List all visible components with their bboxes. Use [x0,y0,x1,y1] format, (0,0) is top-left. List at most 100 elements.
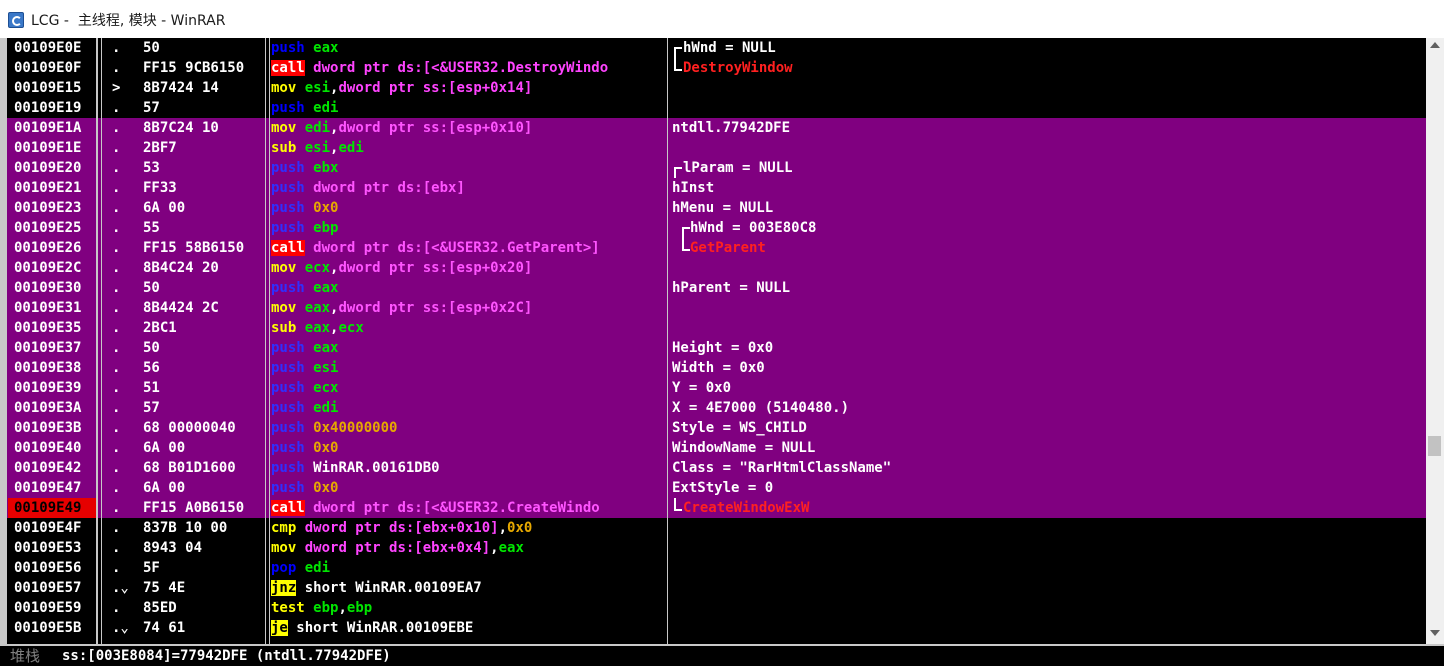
disasm-row[interactable]: 00109E42. 68 B01D1600 push WinRAR.00161DB0… [0,458,1426,478]
disasm-cell: push 0x0 [271,438,666,458]
comment-cell: lParam = NULL [683,160,793,176]
disasm-row[interactable]: 00109E0F. FF15 9CB6150 call dword ptr ds:[… [0,58,1426,78]
comment-cell: Class = "RarHtmlClassName" [672,460,892,476]
operand: eax [304,300,331,316]
scroll-down-arrow-icon[interactable] [1430,630,1440,636]
jump-marker: . [112,440,121,456]
comment-cell: X = 4E7000 (5140480.) [672,400,850,416]
info-pane: 堆栈 ss:[003E8084]=77942DFE (ntdll.77942DF… [0,646,1444,666]
disasm-row[interactable]: 00109E59. 85ED test ebp,ebp [0,598,1426,618]
disasm-cell: mov edi,dword ptr ss:[esp+0x10] [271,118,666,138]
column-separator-hex[interactable] [265,38,266,644]
disasm-row[interactable]: 00109E19. 57 push edi [0,98,1426,118]
disasm-row[interactable]: 00109E57 .⌄ 75 4E jnz short WinRAR.00109EA7 [0,578,1426,598]
operand: edi [313,100,339,116]
mnemonic: push [271,40,305,56]
disasm-row[interactable]: 00109E37. 50 push eax Height = 0x0 [0,338,1426,358]
hex-dump-cell: 6A 00 [143,440,186,456]
address-cell: 00109E40 [8,438,96,458]
disasm-row[interactable]: 00109E23. 6A 00 push 0x0 hMenu = NULL [0,198,1426,218]
jump-marker: . [112,540,121,556]
info-text: ss:[003E8084]=77942DFE (ntdll.77942DFE) [62,648,391,664]
disasm-cell: push ecx [271,378,666,398]
column-separator-disasm[interactable] [667,38,668,644]
call-bracket [674,498,682,511]
disasm-row[interactable]: 00109E0E. 50 push eax hWnd = NULL [0,38,1426,60]
mnemonic: mov [271,260,297,276]
disasm-row[interactable]: 00109E3B. 68 00000040 push 0x40000000 Style… [0,418,1426,438]
comment-cell: DestroyWindow [683,60,793,76]
scroll-thumb[interactable] [1428,436,1441,456]
comment-cell: hWnd = NULL [683,40,776,56]
operand: esi [304,80,331,96]
disasm-row[interactable]: 00109E40. 6A 00 push 0x0 WindowName = NULL [0,438,1426,458]
hex-dump-cell: 8B7C24 10 [143,120,219,136]
hex-dump-cell: FF15 9CB6150 [143,60,245,76]
hex-dump-cell: 8B7424 14 [143,80,219,96]
address-cell: 00109E47 [8,478,96,498]
jump-marker: . [112,300,121,316]
disasm-row[interactable]: 00109E49. FF15 A0B6150 call dword ptr ds:[… [0,498,1426,518]
hex-dump-cell: 50 [143,40,160,56]
disassembly-pane[interactable]: 00109E0E. 50 push eax hWnd = NULL 00109E0F. F… [0,38,1444,644]
column-separator-address[interactable] [96,38,98,644]
comment-cell: hMenu = NULL [672,200,774,216]
mnemonic: pop [271,560,297,576]
operand: eax [313,40,339,56]
disasm-cell: call dword ptr ds:[<&USER32.CreateWindo [271,498,666,518]
disasm-cell: push WinRAR.00161DB0 [271,458,666,478]
address-cell: 00109E4F [8,518,96,538]
operand: edi [304,560,331,576]
jump-marker: . [112,180,121,196]
hex-dump-cell: 2BC1 [143,320,177,336]
disasm-row[interactable]: 00109E3A. 57 push edi X = 4E7000 (5140480.) [0,398,1426,418]
mnemonic: push [271,340,305,356]
hex-dump-cell: 6A 00 [143,200,186,216]
vertical-scrollbar[interactable] [1426,38,1444,644]
disasm-row[interactable]: 00109E2C. 8B4C24 20 mov ecx,dword ptr ss:[… [0,258,1426,278]
disasm-row[interactable]: 00109E1A. 8B7C24 10 mov edi,dword ptr ss:[… [0,118,1426,138]
jump-marker: . [112,40,121,56]
disasm-row[interactable]: 00109E15 >8B7424 14 mov esi,dword ptr ss:[… [0,78,1426,98]
disasm-row[interactable]: 00109E21. FF33 push dword ptr ds:[ebx] hIns… [0,178,1426,198]
disasm-row[interactable]: 00109E5B .⌄ 74 61 je short WinRAR.00109EBE [0,618,1426,638]
address-cell: 00109E19 [8,98,96,118]
address-cell: 00109E38 [8,358,96,378]
jump-marker: . [112,160,121,176]
comment-cell: Height = 0x0 [672,340,774,356]
disasm-row[interactable]: 00109E1E. 2BF7 sub esi,edi [0,138,1426,158]
disasm-row[interactable]: 00109E38. 56 push esi Width = 0x0 [0,358,1426,378]
mnemonic: push [271,440,305,456]
operand: , [498,520,508,536]
disasm-row[interactable]: 00109E30. 50 push eax hParent = NULL [0,278,1426,298]
disasm-cell: push ebp [271,218,666,238]
disasm-row[interactable]: 00109E25. 55 push ebp hWnd = 003E80C8 [0,218,1426,240]
operand: 0x0 [507,520,533,536]
disasm-row[interactable]: 00109E35. 2BC1 sub eax,ecx [0,318,1426,338]
disasm-cell: call dword ptr ds:[<&USER32.GetParent>] [271,238,666,258]
address-cell: 00109E39 [8,378,96,398]
mnemonic: push [271,480,305,496]
operand: esi [313,360,339,376]
disasm-cell: pop edi [271,558,666,578]
scroll-up-arrow-icon[interactable] [1430,42,1440,48]
disasm-row[interactable]: 00109E56. 5F pop edi [0,558,1426,578]
jump-marker: . [112,600,121,616]
hex-dump-cell: 57 [143,400,160,416]
disasm-cell: push eax [271,278,666,298]
operand: edi [304,120,331,136]
disasm-row[interactable]: 00109E4F. 837B 10 00 cmp dword ptr ds:[ebx… [0,518,1426,538]
disasm-row[interactable]: 00109E31. 8B4424 2C mov eax,dword ptr ss:[… [0,298,1426,318]
disasm-row[interactable]: 00109E47. 6A 00 push 0x0 ExtStyle = 0 [0,478,1426,498]
call-bracket [682,238,690,251]
address-cell: 00109E2C [8,258,96,278]
disasm-row[interactable]: 00109E20. 53 push ebx lParam = NULL [0,158,1426,180]
disasm-row[interactable]: 00109E26. FF15 58B6150 call dword ptr ds:[… [0,238,1426,258]
disasm-row[interactable]: 00109E53. 8943 04 mov dword ptr ds:[ebx+0x… [0,538,1426,558]
jump-marker: .⌄ [112,580,129,596]
comment-cell: WindowName = NULL [672,440,816,456]
address-cell: 00109E53 [8,538,96,558]
hex-dump-cell: FF15 A0B6150 [143,500,245,516]
mnemonic: push [271,380,305,396]
disasm-row[interactable]: 00109E39. 51 push ecx Y = 0x0 [0,378,1426,398]
